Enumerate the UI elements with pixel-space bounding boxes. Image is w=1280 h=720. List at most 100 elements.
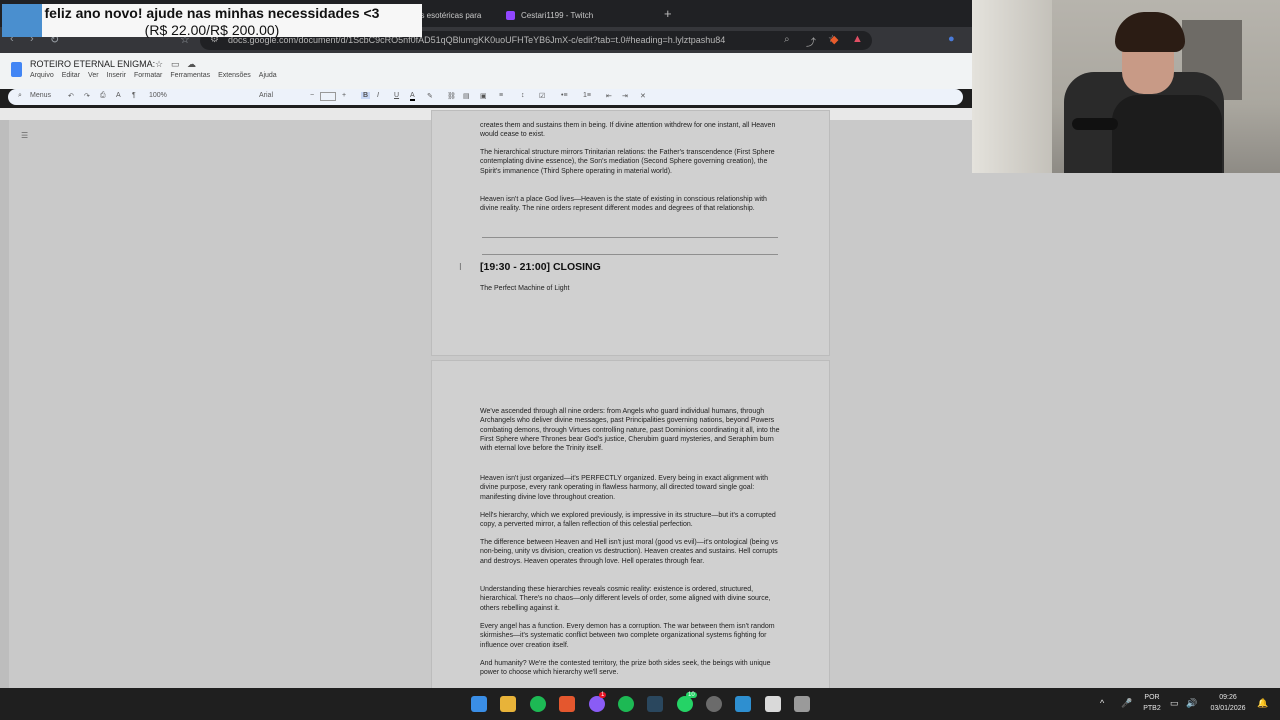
- bullet-list-icon[interactable]: •≡: [561, 92, 568, 99]
- microphone-icon[interactable]: 🎤: [1121, 698, 1132, 709]
- line-spacing-icon[interactable]: ↕: [521, 92, 525, 99]
- obs-icon[interactable]: [706, 696, 722, 712]
- paragraph: creates them and sustains them in being.…: [480, 122, 776, 139]
- docs-header: ROTEIRO ETERNAL ENIGMA: ☆ ▭ ☁ Arquivo Ed…: [0, 53, 972, 89]
- link-icon[interactable]: ⛓: [447, 92, 456, 100]
- whatsapp-icon[interactable]: 10: [677, 692, 697, 712]
- highlight-icon[interactable]: ✎: [427, 92, 433, 100]
- notification-badge: 10: [686, 692, 697, 698]
- docs-toolbar: ⌕ Menus ↶ ↷ ⎙ A ¶ 100% Arial − + B I U A…: [8, 89, 963, 105]
- window-light: [972, 0, 1052, 173]
- paragraph: We've ascended through all nine orders: …: [480, 408, 780, 453]
- font-select[interactable]: Arial: [259, 92, 273, 99]
- font-size-input[interactable]: [320, 92, 336, 101]
- paragraph: Every angel has a function. Every demon …: [480, 623, 775, 649]
- paint-format-icon[interactable]: ¶: [132, 92, 136, 99]
- tab-label: Cestari1199 - Twitch: [521, 11, 594, 20]
- tab-label: es esotéricas para: [416, 11, 482, 20]
- windows-start-icon[interactable]: [471, 696, 487, 712]
- volume-icon[interactable]: 🔊: [1186, 698, 1197, 709]
- checklist-icon[interactable]: ☑: [539, 92, 545, 100]
- clear-formatting-icon[interactable]: ✕: [640, 92, 646, 100]
- star-icon[interactable]: ☆: [155, 59, 163, 70]
- zoom-icon[interactable]: ⌕: [784, 34, 790, 45]
- italic-icon[interactable]: I: [377, 92, 379, 99]
- language-indicator[interactable]: POR: [1140, 694, 1164, 701]
- microphone: [1072, 118, 1118, 130]
- decrease-font-icon[interactable]: −: [310, 92, 314, 99]
- donation-amount: (R$ 22.00/R$ 200.00): [144, 22, 280, 38]
- menu-ferramentas[interactable]: Ferramentas: [170, 72, 210, 79]
- menu-ver[interactable]: Ver: [88, 72, 99, 79]
- clock-time[interactable]: 09:26: [1206, 694, 1250, 701]
- new-tab-button[interactable]: +: [664, 6, 672, 21]
- spellcheck-icon[interactable]: A: [116, 92, 121, 99]
- paragraph: Heaven isn't a place God lives—Heaven is…: [480, 196, 767, 213]
- menu-ajuda[interactable]: Ajuda: [259, 72, 277, 79]
- rewards-icon[interactable]: ▲: [852, 33, 863, 45]
- section-heading: [19:30 - 21:00] CLOSING: [480, 261, 601, 273]
- paragraph: The hierarchical structure mirrors Trini…: [480, 149, 775, 175]
- increase-indent-icon[interactable]: ⇥: [622, 92, 628, 100]
- redo-icon[interactable]: ↷: [84, 92, 90, 100]
- profile-icon[interactable]: ●: [948, 33, 955, 45]
- keyboard-layout[interactable]: PTB2: [1140, 705, 1164, 712]
- notepad-icon[interactable]: [735, 696, 751, 712]
- align-icon[interactable]: ≡: [499, 92, 503, 99]
- docs-logo-icon[interactable]: [11, 62, 22, 77]
- menu-editar[interactable]: Editar: [62, 72, 80, 79]
- steam-icon[interactable]: [647, 696, 663, 712]
- messenger-icon[interactable]: 1: [589, 692, 607, 712]
- cloud-status-icon[interactable]: ☁: [187, 59, 196, 70]
- comment-icon[interactable]: ▤: [463, 92, 470, 100]
- webcam-feed: [972, 0, 1280, 173]
- menus-button[interactable]: Menus: [30, 92, 51, 99]
- network-icon[interactable]: ▭: [1170, 698, 1179, 709]
- increase-font-icon[interactable]: +: [342, 92, 346, 99]
- paragraph: Understanding these hierarchies reveals …: [480, 586, 771, 612]
- menu-extensoes[interactable]: Extensões: [218, 72, 251, 79]
- search-icon[interactable]: ⌕: [18, 92, 22, 100]
- move-folder-icon[interactable]: ▭: [171, 59, 180, 70]
- document-page[interactable]: We've ascended through all nine orders: …: [431, 360, 830, 700]
- text-color-icon[interactable]: A: [410, 92, 415, 101]
- streamer-body: [1112, 95, 1222, 173]
- notifications-icon[interactable]: 🔔: [1257, 698, 1268, 709]
- browser-tab-twitch[interactable]: Cestari1199 - Twitch: [498, 4, 656, 27]
- brave-shield-icon[interactable]: ◆: [830, 33, 838, 46]
- underline-icon[interactable]: U: [394, 92, 399, 99]
- share-icon[interactable]: ⤴: [806, 34, 816, 49]
- spotify-icon[interactable]: [530, 696, 546, 712]
- donation-overlay: feliz ano novo! ajude nas minhas necessi…: [2, 4, 422, 38]
- windows-taskbar: 1 10 ^ 🎤 POR PTB2 ▭ 🔊 09:26 03/01/2026 🔔: [0, 688, 1280, 720]
- bold-icon[interactable]: B: [361, 92, 371, 99]
- clock-date[interactable]: 03/01/2026: [1206, 705, 1250, 712]
- file-explorer-icon[interactable]: [500, 696, 516, 712]
- outline-icon[interactable]: ☰: [21, 131, 28, 140]
- streamer-hair: [1115, 12, 1185, 52]
- print-icon[interactable]: ⎙: [100, 92, 106, 100]
- zoom-select[interactable]: 100%: [149, 92, 167, 99]
- menu-formatar[interactable]: Formatar: [134, 72, 162, 79]
- vertical-ruler[interactable]: [0, 120, 9, 688]
- document-page[interactable]: creates them and sustains them in being.…: [431, 110, 830, 356]
- menu-inserir[interactable]: Inserir: [107, 72, 126, 79]
- donation-message: feliz ano novo! ajude nas minhas necessi…: [44, 5, 380, 21]
- calculator-icon[interactable]: [794, 696, 810, 712]
- spotify-alt-icon[interactable]: [618, 696, 634, 712]
- screen: es esotéricas para Cestari1199 - Twitch …: [0, 0, 1280, 720]
- document-canvas[interactable]: ☰ creates them and sustains them in bein…: [0, 110, 1280, 700]
- numbered-list-icon[interactable]: 1≡: [583, 92, 591, 99]
- undo-icon[interactable]: ↶: [68, 92, 74, 100]
- menu-arquivo[interactable]: Arquivo: [30, 72, 54, 79]
- decrease-indent-icon[interactable]: ⇤: [606, 92, 612, 100]
- paragraph: Hell's hierarchy, which we explored prev…: [480, 512, 776, 529]
- twitch-icon: [506, 11, 515, 20]
- tray-overflow-icon[interactable]: ^: [1100, 698, 1104, 708]
- document-title[interactable]: ROTEIRO ETERNAL ENIGMA:: [30, 59, 155, 69]
- paragraph: Heaven isn't just organized—it's PERFECT…: [480, 475, 768, 501]
- brave-browser-icon[interactable]: [559, 696, 575, 712]
- image-icon[interactable]: ▣: [480, 92, 487, 100]
- section-subtitle: The Perfect Machine of Light: [480, 285, 570, 292]
- capcut-icon[interactable]: [765, 696, 781, 712]
